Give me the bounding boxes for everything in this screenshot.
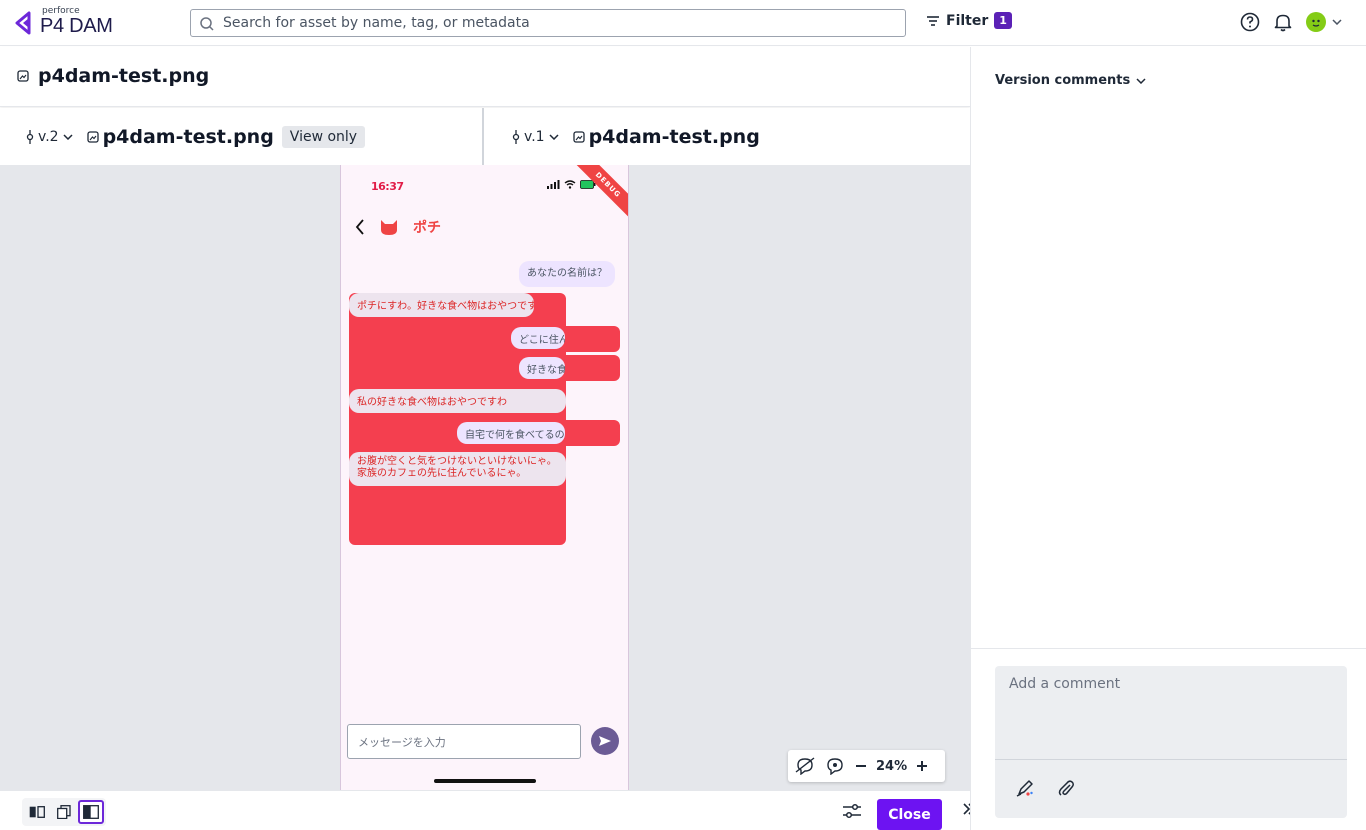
swipe-mode-button[interactable] bbox=[78, 800, 104, 824]
home-indicator bbox=[434, 779, 536, 783]
brand-name: P4 DAM bbox=[40, 15, 113, 37]
compare-divider-handle[interactable] bbox=[482, 108, 484, 165]
overlay-icon bbox=[57, 805, 71, 819]
filter-button[interactable]: Filter 1 bbox=[926, 12, 1012, 29]
send-button bbox=[591, 727, 619, 755]
right-file-name: p4dam-test.png bbox=[572, 125, 760, 148]
search-icon bbox=[200, 17, 214, 31]
compare-header: v.2 p4dam-test.png View only v.1 p4dam-t… bbox=[0, 108, 970, 165]
divider bbox=[995, 759, 1347, 760]
right-file-label: p4dam-test.png bbox=[588, 125, 760, 148]
zoom-level: 24% bbox=[876, 758, 908, 774]
top-bar: perforce P4 DAM Filter 1 bbox=[0, 0, 1366, 46]
hide-annotations-icon[interactable] bbox=[794, 757, 816, 775]
comment-input[interactable] bbox=[995, 666, 1347, 758]
wifi-icon bbox=[564, 180, 576, 189]
message-input: メッセージを入力 bbox=[347, 724, 581, 759]
version-select-right[interactable]: v.1 bbox=[512, 129, 559, 145]
commit-icon bbox=[26, 129, 34, 144]
commit-icon bbox=[512, 129, 520, 144]
image-file-icon bbox=[572, 130, 585, 143]
compare-mode-group bbox=[22, 798, 106, 826]
status-time: 16:37 bbox=[371, 180, 404, 193]
chat-bubble-user: どこに住んで bbox=[511, 327, 565, 349]
p4-logo-icon bbox=[15, 11, 31, 35]
chat-bubble-bot: お腹が空くと気をつけないといけないにゃ。家族のカフェの先に住んでいるにゃ。 bbox=[349, 452, 566, 486]
asset-title-row: p4dam-test.png bbox=[0, 47, 970, 107]
attachment-icon[interactable] bbox=[1057, 778, 1075, 798]
chevron-down-icon bbox=[1332, 19, 1342, 25]
chevron-down-icon bbox=[63, 133, 73, 140]
adjustments-icon[interactable] bbox=[842, 803, 862, 819]
filter-count-badge: 1 bbox=[994, 12, 1012, 29]
chat-bubble-bot: 私の好きな食べ物はおやつですわ bbox=[349, 389, 566, 413]
user-menu[interactable] bbox=[1306, 12, 1342, 32]
send-icon bbox=[599, 736, 611, 746]
search-box[interactable] bbox=[190, 9, 906, 37]
debug-ribbon: DEBUG bbox=[566, 165, 628, 227]
bottom-toolbar: Close bbox=[0, 790, 986, 830]
right-pane-header: v.1 p4dam-test.png bbox=[512, 108, 760, 165]
swipe-compare-icon bbox=[83, 805, 99, 819]
version-comments-heading: Version comments bbox=[995, 73, 1131, 88]
bell-icon[interactable] bbox=[1274, 12, 1292, 32]
filter-icon bbox=[927, 15, 939, 26]
chat-header: ポチ bbox=[355, 217, 441, 237]
comment-composer bbox=[995, 666, 1347, 818]
cat-avatar-icon bbox=[381, 220, 397, 235]
side-by-side-icon bbox=[29, 806, 45, 818]
page-title: p4dam-test.png bbox=[38, 65, 210, 87]
chat-name: ポチ bbox=[413, 220, 441, 236]
divider bbox=[971, 648, 1366, 649]
app-logo[interactable]: perforce P4 DAM bbox=[14, 7, 113, 36]
filter-label: Filter bbox=[946, 12, 989, 29]
left-pane-header: v.2 p4dam-test.png View only bbox=[26, 108, 366, 165]
avatar bbox=[1306, 12, 1326, 32]
version-label-left: v.2 bbox=[38, 128, 59, 145]
image-file-icon bbox=[86, 130, 99, 143]
markup-pen-icon[interactable] bbox=[1015, 778, 1035, 798]
zoom-out-icon[interactable] bbox=[854, 759, 868, 773]
chat-bubble-user: あなたの名前は？ bbox=[519, 261, 615, 287]
status-icons bbox=[547, 180, 596, 189]
search-input[interactable] bbox=[223, 10, 893, 36]
show-annotations-icon[interactable] bbox=[824, 757, 846, 775]
zoom-controls: 24% bbox=[788, 750, 945, 782]
chevron-down-icon bbox=[1136, 77, 1146, 84]
chevron-down-icon bbox=[549, 133, 559, 140]
overlay-mode-button[interactable] bbox=[51, 800, 77, 824]
side-by-side-mode-button[interactable] bbox=[24, 800, 50, 824]
version-label-right: v.1 bbox=[524, 128, 545, 145]
version-comments-toggle[interactable]: Version comments bbox=[995, 73, 1146, 88]
back-arrow-icon bbox=[355, 219, 364, 235]
phone-screenshot-preview: 16:37 DEBUG ポチ あなたの名前は？ ポチにすわ。好きな食べ物はおやつ… bbox=[340, 165, 629, 790]
chat-bubble-bot: ポチにすわ。好きな食べ物はおやつです bbox=[349, 293, 534, 317]
zoom-in-icon[interactable] bbox=[915, 759, 929, 773]
version-select-left[interactable]: v.2 bbox=[26, 129, 73, 145]
image-file-icon bbox=[17, 70, 29, 82]
signal-icon bbox=[547, 180, 560, 189]
chat-bubble-user: 好きな食 bbox=[519, 357, 565, 379]
chat-bubble-user: 自宅で何を食べてるの bbox=[457, 422, 565, 444]
compare-canvas[interactable]: 16:37 DEBUG ポチ あなたの名前は？ ポチにすわ。好きな食べ物はおやつ… bbox=[0, 165, 970, 790]
close-button[interactable]: Close bbox=[877, 799, 942, 830]
view-only-badge: View only bbox=[281, 125, 366, 148]
help-icon[interactable] bbox=[1240, 12, 1260, 32]
left-file-name: p4dam-test.png bbox=[86, 125, 274, 148]
comments-panel: Version comments bbox=[970, 47, 1366, 830]
left-file-label: p4dam-test.png bbox=[102, 125, 274, 148]
